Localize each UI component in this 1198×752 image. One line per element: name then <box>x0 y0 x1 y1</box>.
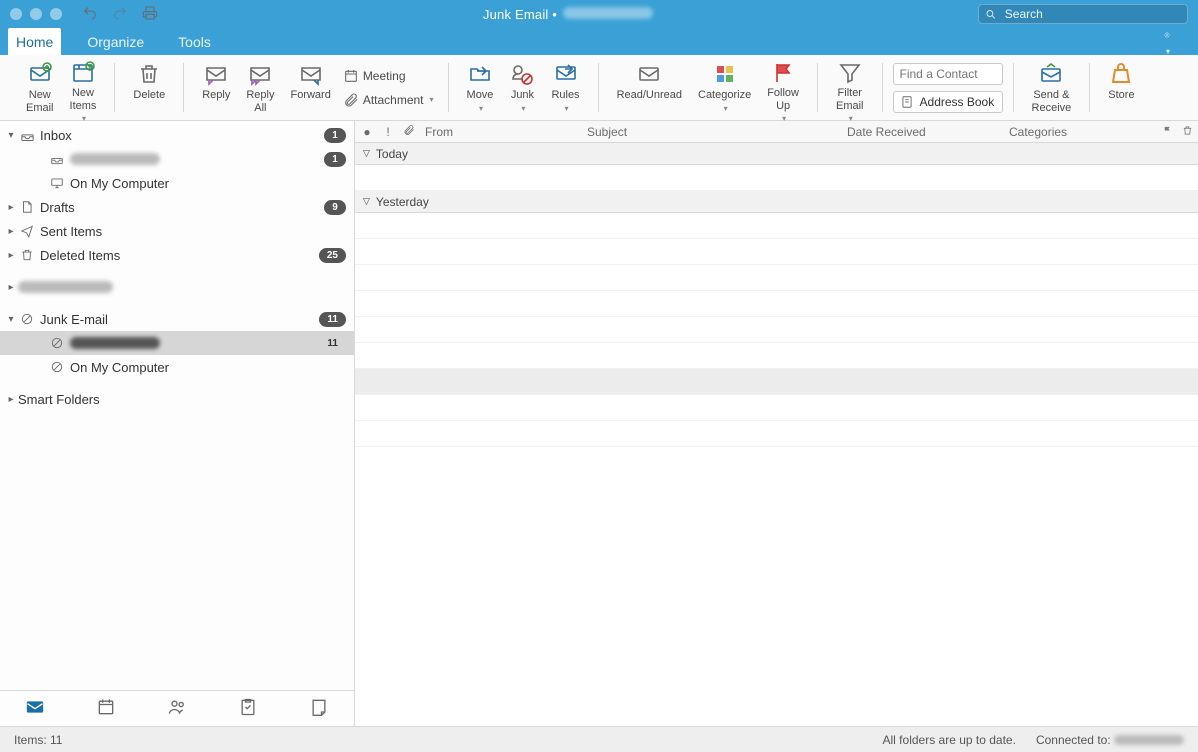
follow-up-button[interactable]: Follow Up▾ <box>759 59 807 116</box>
redo-icon[interactable] <box>112 5 128 24</box>
computer-icon <box>48 174 66 192</box>
status-sync: All folders are up to date. <box>883 733 1016 747</box>
message-row[interactable] <box>355 213 1198 239</box>
col-flag-icon[interactable] <box>1156 125 1176 139</box>
sent-icon <box>18 222 36 240</box>
delete-button[interactable]: Delete <box>125 59 173 116</box>
address-book-button[interactable]: Address Book <box>893 91 1003 113</box>
notes-view-icon[interactable] <box>309 697 329 720</box>
trash-icon <box>18 246 36 264</box>
account-icon[interactable]: ▾ <box>1164 27 1170 57</box>
window-title: Junk Email • <box>168 7 968 22</box>
message-row[interactable] <box>355 343 1198 369</box>
new-email-button[interactable]: New Email <box>18 59 62 116</box>
tasks-view-icon[interactable] <box>238 697 258 720</box>
message-row[interactable] <box>355 239 1198 265</box>
group-yesterday[interactable]: ▽ Yesterday <box>355 191 1198 213</box>
ribbon: New Email New Items▾ Delete Reply Reply … <box>0 55 1198 121</box>
message-row[interactable] <box>355 165 1198 191</box>
folder-smart-folders[interactable]: ▸ Smart Folders <box>0 387 354 411</box>
folder-deleted-items[interactable]: ▸ Deleted Items 25 <box>0 243 354 267</box>
drafts-icon <box>18 198 36 216</box>
junk-icon <box>48 334 66 352</box>
tab-organize[interactable]: Organize <box>79 28 152 55</box>
inbox-badge: 1 <box>324 128 346 143</box>
categorize-button[interactable]: Categorize▾ <box>690 59 759 116</box>
junk-icon <box>18 310 36 328</box>
col-date-received[interactable]: Date Received <box>841 125 1003 139</box>
col-from[interactable]: From <box>419 125 581 139</box>
col-subject[interactable]: Subject <box>581 125 841 139</box>
traffic-lights[interactable] <box>10 8 62 20</box>
nav-switcher <box>0 690 354 726</box>
folder-junk-on-my-computer[interactable]: On My Computer <box>0 355 354 379</box>
reply-all-button[interactable]: Reply All <box>238 59 282 116</box>
status-connected: Connected to: <box>1036 733 1184 747</box>
folder-inbox-account[interactable]: 1 <box>0 147 354 171</box>
list-header: ● ! From Subject Date Received Categorie… <box>355 121 1198 143</box>
message-row[interactable] <box>355 265 1198 291</box>
junk-badge: 11 <box>319 312 346 327</box>
col-attachment-icon[interactable] <box>397 124 419 139</box>
col-read-icon[interactable]: ● <box>355 125 379 139</box>
folder-junk-account-selected[interactable]: 11 <box>0 331 354 355</box>
inbox-sub-badge: 1 <box>324 152 346 167</box>
filter-email-button[interactable]: Filter Email▾ <box>828 59 872 116</box>
calendar-view-icon[interactable] <box>96 697 116 720</box>
maximize-window-icon[interactable] <box>50 8 62 20</box>
people-view-icon[interactable] <box>167 697 187 720</box>
tab-home[interactable]: Home <box>8 28 61 55</box>
message-row[interactable] <box>355 291 1198 317</box>
message-row[interactable] <box>355 369 1198 395</box>
message-row[interactable] <box>355 317 1198 343</box>
folder-account[interactable]: ▸ <box>0 275 354 299</box>
inbox-icon <box>18 126 36 144</box>
minimize-window-icon[interactable] <box>30 8 42 20</box>
junk-button[interactable]: Junk▾ <box>501 59 543 116</box>
rules-button[interactable]: Rules▾ <box>543 59 587 116</box>
chevron-down-icon: ▽ <box>363 148 370 159</box>
message-row[interactable] <box>355 395 1198 421</box>
attachment-button[interactable]: Attachment▾ <box>339 90 438 110</box>
move-button[interactable]: Move▾ <box>459 59 502 116</box>
group-today[interactable]: ▽ Today <box>355 143 1198 165</box>
col-delete-icon[interactable] <box>1176 125 1198 139</box>
tab-tools[interactable]: Tools <box>170 28 219 55</box>
find-contact-input[interactable] <box>893 63 1003 85</box>
deleted-badge: 25 <box>319 248 346 263</box>
meeting-button[interactable]: Meeting <box>339 66 438 86</box>
mail-view-icon[interactable] <box>25 697 45 720</box>
folder-inbox-on-my-computer[interactable]: On My Computer <box>0 171 354 195</box>
status-item-count: Items: 11 <box>14 733 62 747</box>
tab-strip: Home Organize Tools ▾ <box>0 28 1198 55</box>
folder-inbox[interactable]: ▾ Inbox 1 <box>0 123 354 147</box>
junk-selected-count: 11 <box>319 336 346 351</box>
search-box[interactable] <box>978 4 1188 24</box>
undo-icon[interactable] <box>82 5 98 24</box>
col-categories[interactable]: Categories <box>1003 125 1156 139</box>
status-bar: Items: 11 All folders are up to date. Co… <box>0 726 1198 752</box>
close-window-icon[interactable] <box>10 8 22 20</box>
read-unread-button[interactable]: Read/Unread <box>609 59 690 116</box>
new-items-button[interactable]: New Items▾ <box>62 59 105 116</box>
col-importance-icon[interactable]: ! <box>379 125 397 139</box>
drafts-badge: 9 <box>324 200 346 215</box>
window-title-bar: Junk Email • <box>0 0 1198 28</box>
folder-sent-items[interactable]: ▸ Sent Items <box>0 219 354 243</box>
inbox-icon <box>48 150 66 168</box>
folder-junk-email[interactable]: ▾ Junk E-mail 11 <box>0 307 354 331</box>
send-receive-button[interactable]: Send & Receive <box>1024 59 1080 116</box>
print-icon[interactable] <box>142 5 158 24</box>
reply-button[interactable]: Reply <box>194 59 238 116</box>
store-button[interactable]: Store <box>1100 59 1142 116</box>
message-list-pane: ● ! From Subject Date Received Categorie… <box>355 121 1198 726</box>
folder-sidebar: ▾ Inbox 1 1 On My Computer ▸ Drafts 9 <box>0 121 355 726</box>
chevron-down-icon: ▽ <box>363 196 370 207</box>
forward-button[interactable]: Forward <box>282 59 338 116</box>
folder-drafts[interactable]: ▸ Drafts 9 <box>0 195 354 219</box>
search-input[interactable] <box>1003 6 1181 22</box>
junk-icon <box>48 358 66 376</box>
message-row[interactable] <box>355 421 1198 447</box>
